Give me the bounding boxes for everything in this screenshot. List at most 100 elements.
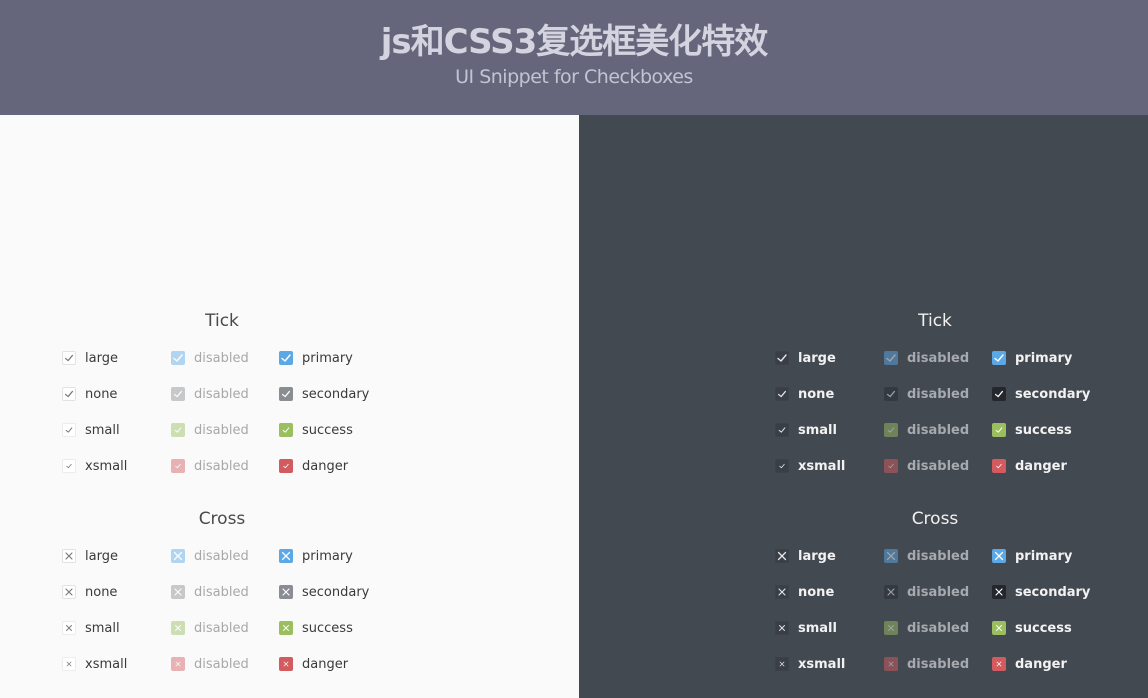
cross-icon xyxy=(171,585,185,599)
checkbox-default-none[interactable]: none xyxy=(62,384,117,404)
checkbox-label: disabled xyxy=(907,386,970,402)
checkbox-label: none xyxy=(798,386,835,402)
checkbox-danger-xsmall[interactable]: danger xyxy=(992,456,1067,476)
checkmark-icon[interactable] xyxy=(279,459,293,473)
checkmark-icon[interactable] xyxy=(775,423,789,437)
checkmark-icon[interactable] xyxy=(775,351,789,365)
checkmark-icon[interactable] xyxy=(992,387,1006,401)
checkbox-success-small[interactable]: success xyxy=(279,618,353,638)
checkbox-default-xsmall[interactable]: xsmall xyxy=(62,654,127,674)
checkbox-label: primary xyxy=(1015,548,1073,564)
checkbox-label: secondary xyxy=(302,386,370,402)
cross-icon[interactable] xyxy=(279,657,293,671)
checkmark-icon[interactable] xyxy=(62,423,76,437)
checkbox-row-none: none disabled secondary xyxy=(775,384,1105,404)
checkbox-label: secondary xyxy=(1015,584,1091,600)
checkmark-icon[interactable] xyxy=(992,351,1006,365)
cross-icon[interactable] xyxy=(62,621,76,635)
checkbox-success-disabled-small: disabled xyxy=(171,618,249,638)
checkmark-icon[interactable] xyxy=(279,423,293,437)
checkbox-primary-large[interactable]: primary xyxy=(279,546,353,566)
checkbox-group-cross: Cross large disabled primary none disabled sec… xyxy=(62,509,392,679)
checkbox-success-small[interactable]: success xyxy=(992,618,1072,638)
checkbox-primary-large[interactable]: primary xyxy=(279,348,353,368)
checkbox-row-xsmall: xsmall disabled danger xyxy=(775,456,1105,476)
checkmark-icon xyxy=(884,459,898,473)
checkbox-label: large xyxy=(798,350,836,366)
checkbox-default-small[interactable]: small xyxy=(62,420,120,440)
checkmark-icon xyxy=(171,387,185,401)
checkbox-label: success xyxy=(302,620,353,636)
checkmark-icon[interactable] xyxy=(62,459,76,473)
checkmark-icon[interactable] xyxy=(62,387,76,401)
checkbox-label: primary xyxy=(1015,350,1073,366)
checkbox-label: disabled xyxy=(907,620,970,636)
checkbox-label: primary xyxy=(302,350,353,366)
cross-icon[interactable] xyxy=(775,585,789,599)
checkmark-icon[interactable] xyxy=(775,459,789,473)
cross-icon xyxy=(884,585,898,599)
checkbox-label: danger xyxy=(1015,656,1067,672)
checkbox-primary-large[interactable]: primary xyxy=(992,546,1072,566)
checkbox-success-small[interactable]: success xyxy=(992,420,1072,440)
checkbox-label: none xyxy=(85,584,118,600)
checkmark-icon[interactable] xyxy=(279,387,293,401)
checkbox-row-small: small disabled success xyxy=(62,420,392,440)
checkbox-label: success xyxy=(302,422,353,438)
checkbox-secondary-none[interactable]: secondary xyxy=(279,582,369,602)
checkbox-danger-xsmall[interactable]: danger xyxy=(279,654,348,674)
checkbox-default-small[interactable]: small xyxy=(62,618,120,638)
checkbox-default-large[interactable]: large xyxy=(62,546,118,566)
checkbox-row-small: small disabled success xyxy=(775,618,1105,638)
checkbox-secondary-none[interactable]: secondary xyxy=(992,582,1090,602)
cross-icon[interactable] xyxy=(62,549,76,563)
checkbox-label: small xyxy=(85,422,120,438)
group-title: Tick xyxy=(205,311,239,331)
cross-icon[interactable] xyxy=(279,549,293,563)
group-title: Cross xyxy=(911,509,959,529)
cross-icon[interactable] xyxy=(992,549,1006,563)
checkmark-icon[interactable] xyxy=(992,423,1006,437)
cross-icon[interactable] xyxy=(279,585,293,599)
checkbox-default-small[interactable]: small xyxy=(775,618,837,638)
cross-icon[interactable] xyxy=(62,657,76,671)
checkbox-success-small[interactable]: success xyxy=(279,420,353,440)
checkbox-primary-disabled-large: disabled xyxy=(884,348,969,368)
checkbox-secondary-none[interactable]: secondary xyxy=(992,384,1090,404)
cross-icon[interactable] xyxy=(992,585,1006,599)
checkbox-row-none: none disabled secondary xyxy=(775,582,1105,602)
checkbox-secondary-none[interactable]: secondary xyxy=(279,384,369,404)
checkbox-label: small xyxy=(85,620,120,636)
checkbox-default-large[interactable]: large xyxy=(775,348,836,368)
checkmark-icon[interactable] xyxy=(775,387,789,401)
cross-icon[interactable] xyxy=(279,621,293,635)
checkbox-label: success xyxy=(1015,422,1072,438)
checkbox-default-xsmall[interactable]: xsmall xyxy=(775,456,845,476)
checkbox-default-xsmall[interactable]: xsmall xyxy=(775,654,845,674)
checkbox-default-small[interactable]: small xyxy=(775,420,837,440)
checkbox-default-none[interactable]: none xyxy=(775,582,834,602)
checkbox-default-large[interactable]: large xyxy=(62,348,118,368)
cross-icon[interactable] xyxy=(775,621,789,635)
checkbox-default-large[interactable]: large xyxy=(775,546,836,566)
checkbox-label: xsmall xyxy=(798,656,846,672)
cross-icon[interactable] xyxy=(992,621,1006,635)
light-theme-panel: Tick large disabled primary none disabled seco… xyxy=(0,115,579,698)
cross-icon[interactable] xyxy=(62,585,76,599)
cross-icon[interactable] xyxy=(775,657,789,671)
cross-icon[interactable] xyxy=(992,657,1006,671)
checkbox-default-none[interactable]: none xyxy=(775,384,834,404)
checkmark-icon xyxy=(884,423,898,437)
checkbox-default-none[interactable]: none xyxy=(62,582,117,602)
checkbox-row-large: large disabled primary xyxy=(775,348,1105,368)
checkbox-primary-large[interactable]: primary xyxy=(992,348,1072,368)
checkbox-danger-xsmall[interactable]: danger xyxy=(992,654,1067,674)
checkbox-default-xsmall[interactable]: xsmall xyxy=(62,456,127,476)
checkmark-icon[interactable] xyxy=(279,351,293,365)
checkbox-danger-xsmall[interactable]: danger xyxy=(279,456,348,476)
cross-icon[interactable] xyxy=(775,549,789,563)
checkbox-row-large: large disabled primary xyxy=(62,348,392,368)
checkbox-label: disabled xyxy=(194,386,249,402)
checkmark-icon[interactable] xyxy=(992,459,1006,473)
checkmark-icon[interactable] xyxy=(62,351,76,365)
